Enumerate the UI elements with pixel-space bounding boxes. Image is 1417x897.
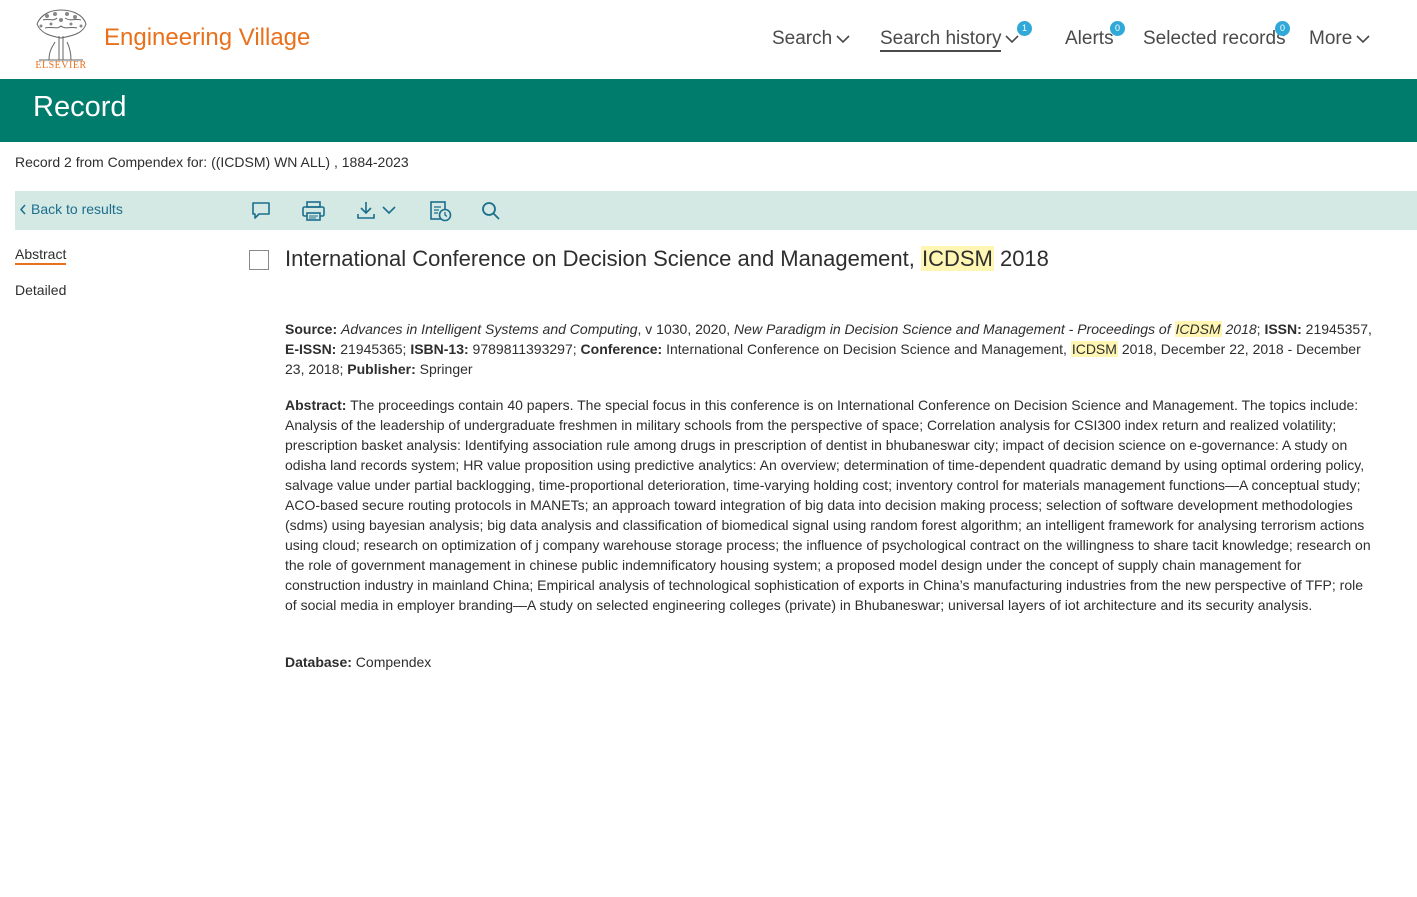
abstract-block: Abstract: The proceedings contain 40 pap… (285, 395, 1377, 615)
source-proceedings-year: 2018 (1221, 321, 1257, 337)
database-label: Database: (285, 654, 352, 670)
download-icon[interactable] (356, 199, 400, 223)
back-to-results-label: Back to results (31, 201, 123, 217)
comment-icon[interactable] (250, 199, 272, 223)
select-record-checkbox[interactable] (249, 250, 269, 270)
source-highlight: ICDSM (1174, 321, 1222, 337)
source-series: Advances in Intelligent Systems and Comp… (341, 321, 638, 337)
nav-selected-records[interactable]: Selected records (1143, 28, 1286, 50)
alerts-count-badge: 0 (1110, 21, 1125, 36)
record-info: Record 2 from Compendex for: ((ICDSM) WN… (15, 154, 409, 170)
record-toolbar: Back to results (15, 191, 1417, 230)
selected-records-count-badge: 0 (1275, 21, 1290, 36)
source-proceedings: New Paradigm in Decision Science and Man… (734, 321, 1175, 337)
database-value: Compendex (351, 654, 432, 670)
record-title: International Conference on Decision Sci… (285, 246, 1049, 272)
isbn-value: 9789811393297; (468, 341, 581, 357)
nav-search-history[interactable]: Search history (880, 28, 1020, 53)
issn-value: 21945357, (1301, 321, 1372, 337)
publisher-label: Publisher: (347, 361, 416, 377)
chevron-down-icon (836, 28, 850, 50)
conference-value: International Conference on Decision Sci… (662, 341, 1071, 357)
nav-search-history-label: Search history (880, 28, 1002, 53)
nav-search[interactable]: Search (772, 28, 850, 50)
search-history-count-badge: 1 (1017, 21, 1032, 36)
nav-alerts[interactable]: Alerts (1065, 28, 1114, 50)
page-title-bar: Record (0, 79, 1417, 142)
conference-highlight: ICDSM (1070, 341, 1118, 357)
issn-label: ISSN: (1264, 321, 1302, 337)
abstract-label: Abstract: (285, 397, 347, 413)
nav-search-label: Search (772, 28, 833, 50)
top-header: ELSEVIER Engineering Village Search Sear… (0, 0, 1417, 79)
elsevier-tree-logo-icon[interactable] (31, 6, 91, 64)
eissn-label: E-ISSN: (285, 341, 337, 357)
source-volume: , v 1030, 2020, (637, 321, 735, 337)
back-to-results-link[interactable]: Back to results (19, 201, 123, 217)
chevron-left-icon (19, 201, 31, 217)
record-title-year: 2018 (993, 246, 1049, 271)
nav-alerts-label: Alerts (1065, 28, 1114, 49)
source-block: Source: Advances in Intelligent Systems … (285, 319, 1377, 379)
record-title-highlight: ICDSM (920, 246, 994, 271)
print-icon[interactable] (301, 199, 326, 223)
sidenav-detailed-tab[interactable]: Detailed (15, 282, 66, 298)
page-title: Record (33, 91, 127, 123)
chevron-down-icon (1356, 28, 1370, 50)
search-icon[interactable] (480, 199, 502, 223)
isbn-label: ISBN-13: (410, 341, 469, 357)
nav-selected-records-label: Selected records (1143, 28, 1286, 49)
nav-more-label: More (1309, 28, 1353, 50)
record-title-text: International Conference on Decision Sci… (285, 246, 921, 271)
history-icon[interactable] (429, 199, 453, 223)
elsevier-wordmark: ELSEVIER (35, 60, 87, 71)
publisher-value: Springer (415, 361, 473, 377)
brand-title[interactable]: Engineering Village (104, 24, 310, 52)
database-block: Database: Compendex (285, 652, 1377, 672)
nav-more[interactable]: More (1309, 28, 1370, 50)
sidenav-abstract-tab[interactable]: Abstract (15, 246, 67, 265)
abstract-text: The proceedings contain 40 papers. The s… (285, 397, 1371, 613)
conference-label: Conference: (580, 341, 663, 357)
source-label: Source: (285, 321, 338, 337)
eissn-value: 21945365; (336, 341, 411, 357)
